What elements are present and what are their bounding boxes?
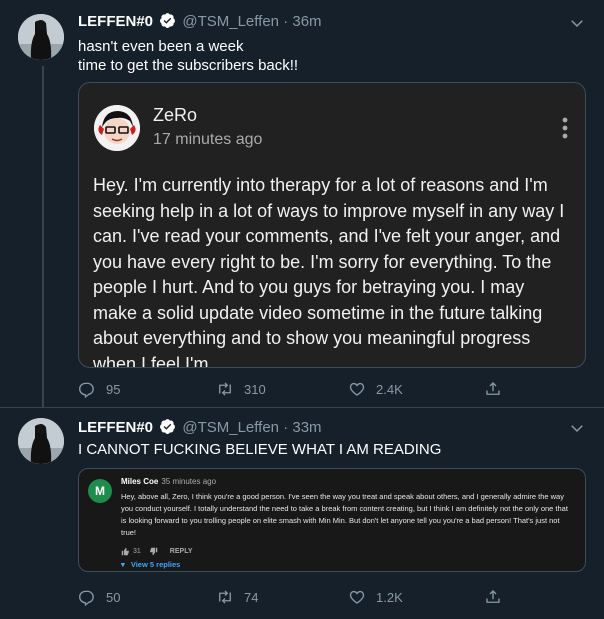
view-replies-label: View 5 replies bbox=[130, 560, 181, 569]
thumb-up-icon bbox=[121, 547, 129, 555]
display-name[interactable]: LEFFEN#0 bbox=[78, 13, 153, 30]
retweet-button[interactable]: 74 bbox=[216, 585, 258, 609]
reply-icon bbox=[79, 590, 94, 606]
heart-icon bbox=[349, 590, 365, 604]
retweet-count: 74 bbox=[244, 589, 259, 605]
miles-comment-body: Hey, above all, Zero, I think you're a g… bbox=[121, 492, 568, 537]
tweet[interactable]: LEFFEN#0 @TSM_Leffen · 36m hasn't even b… bbox=[0, 0, 604, 408]
miles-reply-label: REPLY bbox=[169, 547, 193, 555]
retweet-button[interactable]: 310 bbox=[216, 377, 266, 401]
like-button[interactable]: 2.4K bbox=[348, 377, 403, 401]
timestamp[interactable]: 33m bbox=[292, 419, 321, 436]
retweet-icon bbox=[219, 382, 231, 396]
handle[interactable]: @TSM_Leffen bbox=[182, 419, 279, 436]
view-replies: ▾ View 5 replies bbox=[121, 560, 180, 569]
miles-comment-time: 35 minutes ago bbox=[161, 477, 217, 486]
like-button[interactable]: 1.2K bbox=[348, 585, 403, 609]
miles-comment-actions: 31 REPLY bbox=[121, 545, 193, 557]
like-count: 1.2K bbox=[376, 589, 403, 605]
tweet-text: hasn't even been a week time to get the … bbox=[78, 38, 299, 74]
chevron-down-icon[interactable] bbox=[568, 419, 586, 437]
tweet-actions: 50 74 1.2K bbox=[78, 585, 508, 609]
reply-icon bbox=[79, 382, 94, 398]
handle[interactable]: @TSM_Leffen bbox=[182, 13, 279, 30]
share-button[interactable] bbox=[484, 585, 512, 609]
leffen-avatar[interactable] bbox=[18, 14, 64, 60]
tweet-header: LEFFEN#0 @TSM_Leffen · 36m bbox=[78, 12, 322, 32]
reply-button[interactable]: 95 bbox=[78, 377, 120, 401]
quoted-screenshot-miles-comment[interactable]: M Miles Coe 35 minutes ago Hey, above all… bbox=[78, 468, 586, 572]
tweet-actions: 95 310 2.4K bbox=[78, 377, 508, 401]
miles-like-count: 31 bbox=[133, 547, 141, 555]
retweet-count: 310 bbox=[244, 381, 266, 397]
separator: · bbox=[283, 419, 289, 436]
tweet-header: LEFFEN#0 @TSM_Leffen · 33m bbox=[78, 418, 322, 438]
more-vert-icon bbox=[562, 117, 568, 139]
miles-author-name: Miles Coe bbox=[121, 477, 159, 486]
caret-down-icon: ▾ bbox=[121, 560, 125, 569]
tweet-text: I CANNOT FUCKING BELIEVE WHAT I AM READI… bbox=[78, 441, 442, 458]
verified-badge-icon bbox=[159, 12, 176, 29]
retweet-icon bbox=[219, 590, 231, 604]
zero-author-name: ZeRo bbox=[153, 105, 198, 125]
zero-avatar bbox=[94, 105, 140, 151]
display-name[interactable]: LEFFEN#0 bbox=[78, 419, 153, 436]
reply-button[interactable]: 50 bbox=[78, 585, 120, 609]
chevron-down-icon[interactable] bbox=[568, 14, 586, 32]
heart-icon bbox=[349, 382, 365, 396]
miles-author-line: Miles Coe 35 minutes ago bbox=[121, 477, 216, 486]
timestamp[interactable]: 36m bbox=[292, 13, 321, 30]
reply-count: 50 bbox=[106, 589, 121, 605]
quoted-screenshot-zero-comment[interactable]: ZeRo 17 minutes ago Hey. I'm currently i… bbox=[78, 82, 586, 368]
zero-comment-body: Hey. I'm currently into therapy for a lo… bbox=[93, 175, 565, 368]
reply-count: 95 bbox=[106, 381, 121, 397]
thread-line bbox=[42, 66, 44, 408]
miles-avatar: M bbox=[88, 479, 112, 503]
share-icon bbox=[486, 590, 500, 603]
zero-comment-time: 17 minutes ago bbox=[153, 131, 263, 148]
verified-badge-icon bbox=[159, 418, 176, 435]
share-button[interactable] bbox=[484, 377, 512, 401]
thumb-down-icon bbox=[149, 547, 158, 555]
share-icon bbox=[486, 382, 500, 395]
separator: · bbox=[283, 13, 289, 30]
leffen-avatar[interactable] bbox=[18, 418, 64, 464]
like-count: 2.4K bbox=[376, 381, 403, 397]
